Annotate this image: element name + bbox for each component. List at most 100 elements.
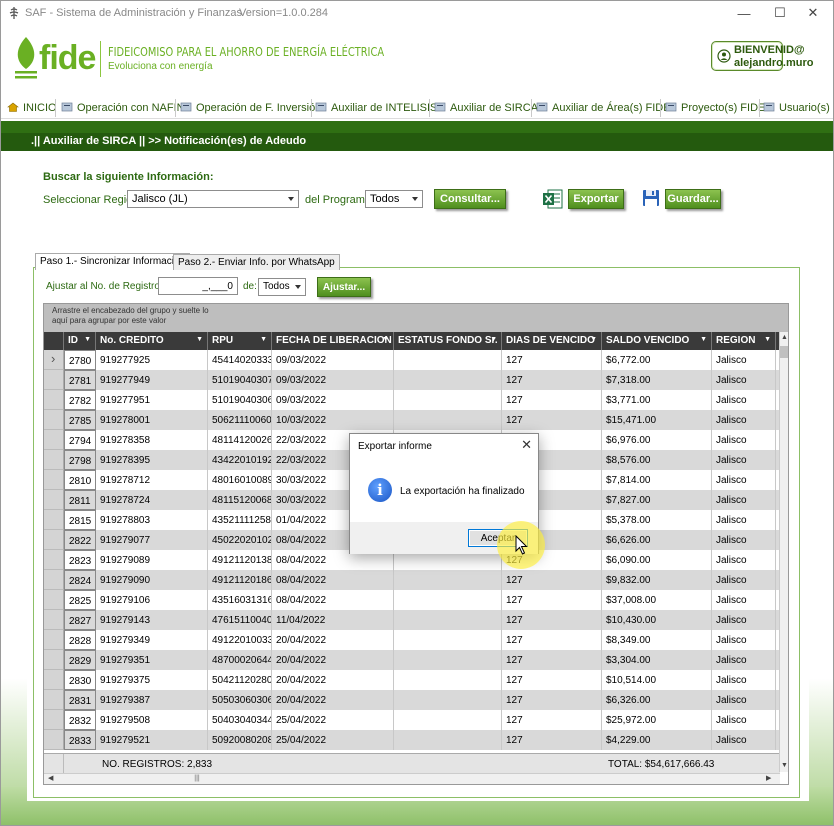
filter-icon[interactable]: ▼	[590, 336, 597, 343]
horizontal-scrollbar[interactable]: ◀ ||| ▶	[44, 773, 780, 784]
filter-icon[interactable]: ▼	[700, 336, 707, 343]
menu-item-nafin[interactable]: Operación con NAFIN	[61, 102, 185, 114]
column-header[interactable]: DIAS DE VENCIDO ▼	[502, 332, 602, 350]
row-selector[interactable]	[44, 670, 64, 690]
table-cell: 2828	[64, 630, 96, 650]
search-heading: Buscar la siguiente Información:	[43, 171, 214, 183]
table-row[interactable]: 278191927794951019040307409/03/2022 127$7…	[44, 370, 785, 390]
close-window-button[interactable]: ✕	[793, 1, 833, 25]
menu-item-areas-fide[interactable]: Auxiliar de Área(s) FIDE	[536, 102, 671, 114]
menu-separator	[175, 99, 176, 117]
menu-item-inicio[interactable]: INICIO	[7, 102, 57, 114]
table-row[interactable]: 282891927934949122010033620/04/2022 127$8…	[44, 630, 785, 650]
filter-icon[interactable]: ▼	[764, 336, 771, 343]
menu-item-inversion[interactable]: Operación de F. Inversión	[180, 102, 321, 114]
table-cell: Jalisco	[712, 530, 776, 550]
de-select[interactable]: Todos	[258, 278, 306, 296]
row-selector[interactable]	[44, 510, 64, 530]
row-selector[interactable]	[44, 630, 64, 650]
welcome-badge[interactable]: BIENVENID@ alejandro.muro	[711, 41, 813, 71]
table-cell: 127	[502, 370, 602, 390]
menu-item-proyectos[interactable]: Proyecto(s) FIDE	[665, 102, 765, 114]
row-selector[interactable]	[44, 370, 64, 390]
tab-whatsapp[interactable]: Paso 2.- Enviar Info. por WhatsApp	[173, 254, 340, 270]
menu-label: Auxiliar de Área(s) FIDE	[552, 102, 671, 114]
region-select[interactable]: Jalisco (JL)	[127, 190, 299, 208]
menu-item-sirca[interactable]: Auxiliar de SIRCA	[434, 102, 538, 114]
table-row[interactable]: 283291927950850403040344225/04/2022 127$2…	[44, 710, 785, 730]
column-header[interactable]: FECHA DE LIBERACION ▼	[272, 332, 394, 350]
column-header[interactable]: ID ▼	[64, 332, 96, 350]
row-selector[interactable]	[44, 690, 64, 710]
row-selector[interactable]	[44, 390, 64, 410]
consult-button[interactable]: Consultar...	[434, 189, 506, 209]
row-selector[interactable]	[44, 530, 64, 550]
adjust-records-input[interactable]: _,___0	[158, 277, 238, 295]
table-row[interactable]: 2824 919279090 491211201863 08/04/2022 127 $9…	[44, 570, 785, 590]
row-selector[interactable]	[44, 730, 64, 750]
table-cell: $37,008.00	[602, 590, 712, 610]
row-selector[interactable]	[44, 710, 64, 730]
filter-icon[interactable]: ▼	[196, 336, 203, 343]
scroll-up-icon[interactable]: ▲	[781, 334, 788, 341]
dialog-close-button[interactable]: ✕	[521, 437, 532, 453]
table-row[interactable]: 283391927952150920080208025/04/2022 127$4…	[44, 730, 785, 750]
export-button[interactable]: Exportar	[568, 189, 624, 209]
filter-icon[interactable]: ▼	[490, 336, 497, 343]
tab-sincronizar[interactable]: Paso 1.- Sincronizar Información	[35, 253, 191, 270]
row-selector[interactable]	[44, 490, 64, 510]
adjust-button[interactable]: Ajustar...	[317, 277, 371, 297]
column-header[interactable]: RPU ▼	[208, 332, 272, 350]
row-selector[interactable]	[44, 430, 64, 450]
table-cell: Jalisco	[712, 570, 776, 590]
column-header[interactable]: REGION ▼	[712, 332, 776, 350]
table-cell: 487000206446	[208, 650, 272, 670]
table-row[interactable]: 2827 919279143 476151100401 11/04/2022 127 $1…	[44, 610, 785, 630]
table-row[interactable]: › 278091927792545414020333609/03/2022 127$…	[44, 350, 785, 370]
menu-item-usuarios[interactable]: Usuario(s)	[763, 102, 830, 114]
column-header[interactable]: SALDO VENCIDO ▼	[602, 332, 712, 350]
row-selector[interactable]	[44, 450, 64, 470]
filter-icon[interactable]: ▼	[260, 336, 267, 343]
table-cell	[394, 390, 502, 410]
table-cell: 919279349	[96, 630, 208, 650]
table-row[interactable]: 283191927938750503060306520/04/2022 127$6…	[44, 690, 785, 710]
row-selector[interactable]	[44, 570, 64, 590]
menu-item-intelisis[interactable]: Auxiliar de INTELISIS	[315, 102, 437, 114]
group-drop-area[interactable]: Arrastre el encabezado del grupo y suelt…	[44, 304, 788, 332]
save-button[interactable]: Guardar...	[665, 189, 721, 209]
breadcrumb-bar: .|| Auxiliar de SIRCA || >> Notificación…	[1, 133, 833, 151]
row-selector[interactable]	[44, 610, 64, 630]
table-row[interactable]: 2785 919278001 506211100606 10/03/2022 127 $1…	[44, 410, 785, 430]
table-row[interactable]: 2830 919279375 504211202805 20/04/2022 127 $1…	[44, 670, 785, 690]
scroll-left-icon[interactable]: ◀	[48, 774, 53, 782]
filter-icon[interactable]: ▼	[382, 336, 389, 343]
row-selector[interactable]	[44, 650, 64, 670]
table-cell: 434220101924	[208, 450, 272, 470]
table-row[interactable]: 278291927795151019040306609/03/2022 127$3…	[44, 390, 785, 410]
row-selector[interactable]	[44, 410, 64, 430]
table-cell: 09/03/2022	[272, 370, 394, 390]
column-header[interactable]: No. CREDITO ▼	[96, 332, 208, 350]
table-cell: 454140203336	[208, 350, 272, 370]
table-cell: $8,349.00	[602, 630, 712, 650]
row-selector[interactable]	[44, 550, 64, 570]
vertical-scroll-thumb[interactable]	[780, 346, 788, 358]
grid-header-row: ID ▼ No. CREDITO ▼ RPU ▼ FECHA DE LIBERACION ▼ E…	[44, 332, 785, 350]
row-selector[interactable]: ›	[44, 350, 64, 370]
filter-icon[interactable]: ▼	[84, 336, 91, 343]
table-row[interactable]: 282591927910643516031316808/04/2022 127$3…	[44, 590, 785, 610]
column-header[interactable]: ESTATUS FONDO Sr. ▼	[394, 332, 502, 350]
table-row[interactable]: 282991927935148700020644620/04/2022 127$3…	[44, 650, 785, 670]
table-cell: $4,229.00	[602, 730, 712, 750]
footer-total: TOTAL: $54,617,666.43	[608, 759, 714, 770]
row-selector[interactable]	[44, 470, 64, 490]
program-select[interactable]: Todos	[365, 190, 423, 208]
scroll-down-icon[interactable]: ▼	[781, 762, 788, 769]
horizontal-scroll-thumb[interactable]: |||	[192, 775, 202, 783]
table-cell: Jalisco	[712, 650, 776, 670]
row-selector[interactable]	[44, 590, 64, 610]
scroll-right-icon[interactable]: ▶	[766, 774, 771, 782]
vertical-scrollbar[interactable]: ▲ ▼	[779, 332, 788, 772]
table-cell: 127	[502, 350, 602, 370]
